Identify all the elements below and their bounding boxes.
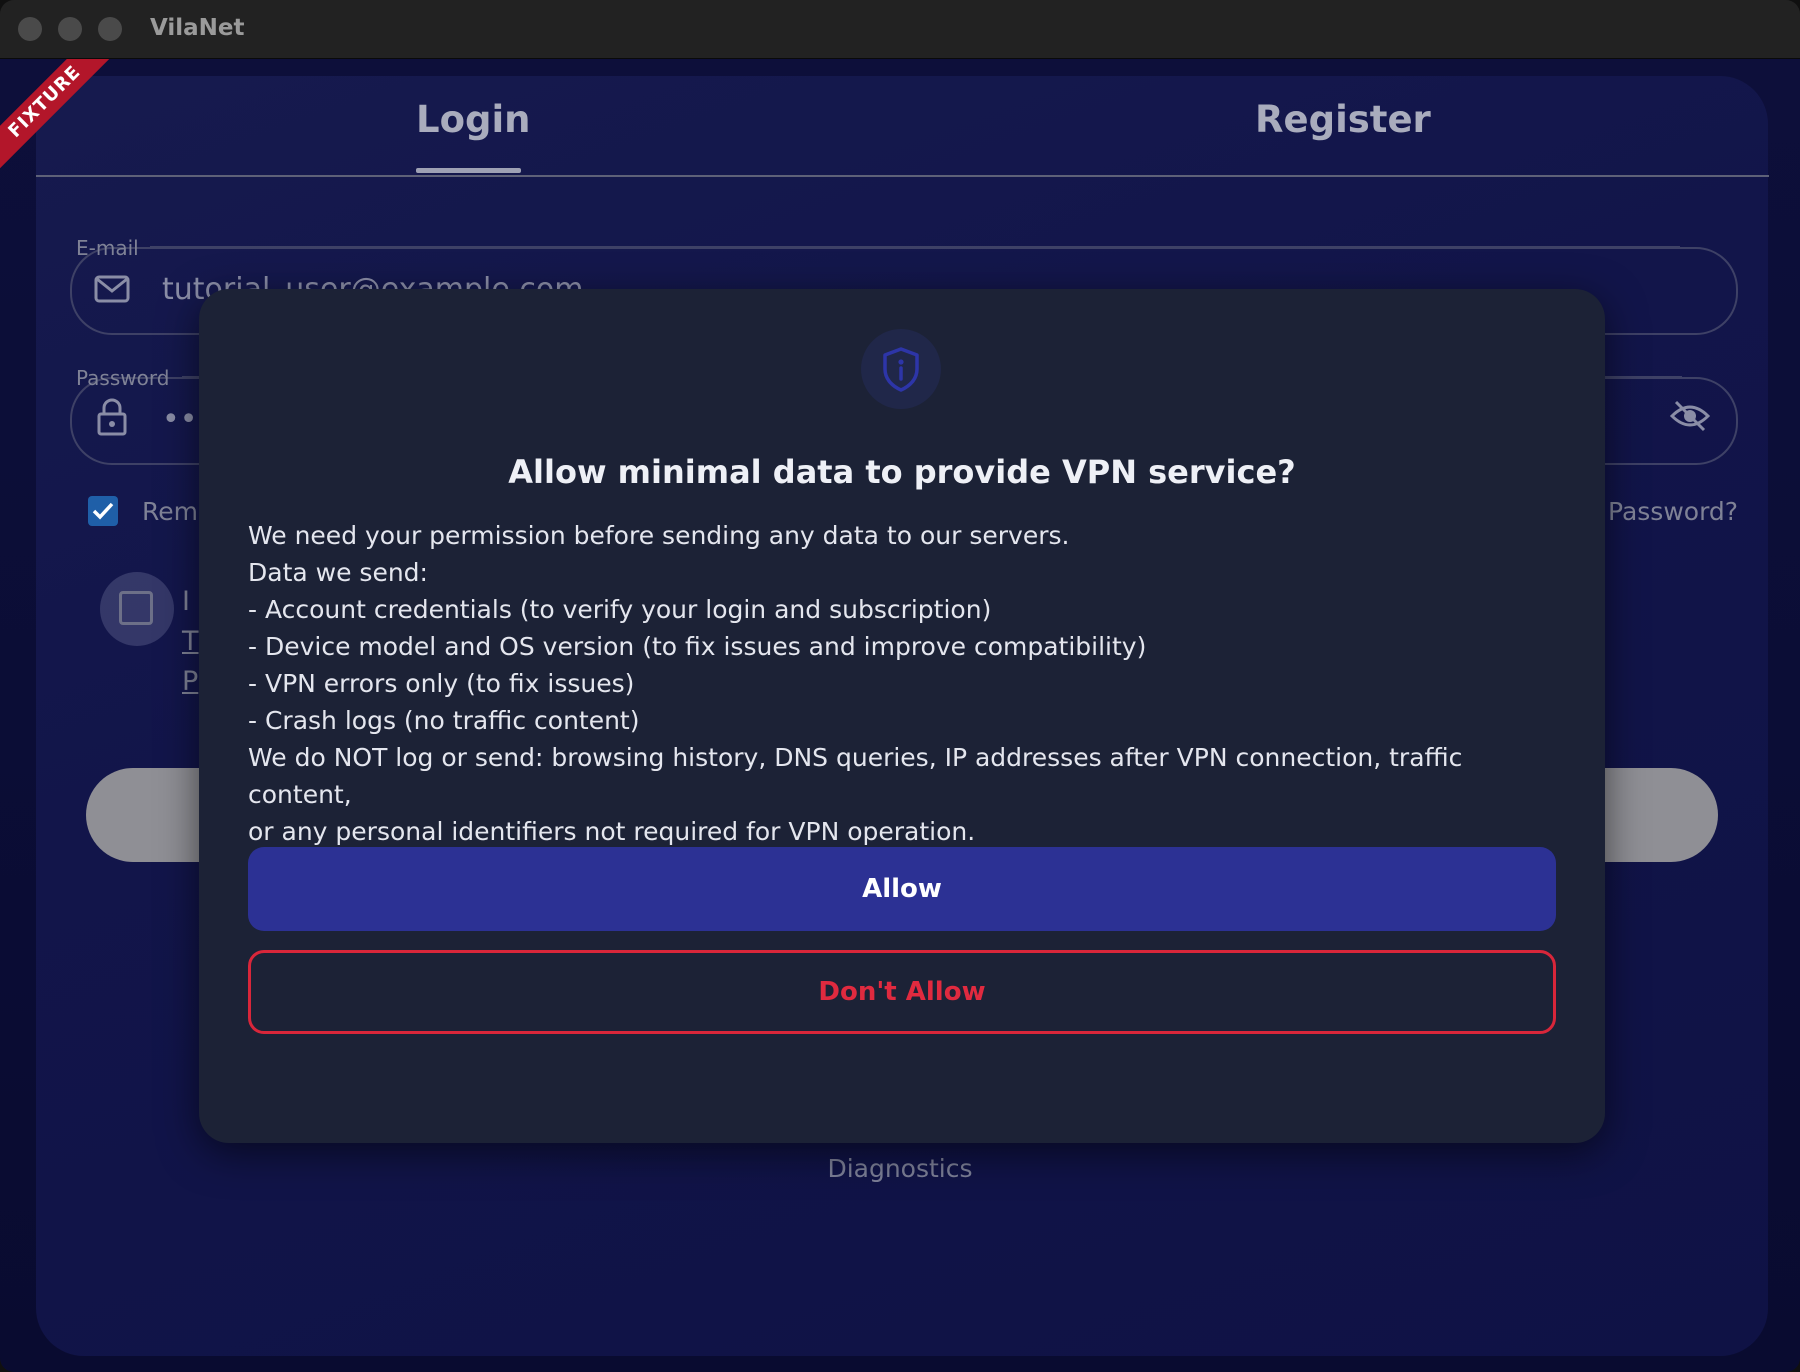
dialog-icon-container bbox=[861, 329, 941, 409]
shield-info-icon bbox=[883, 347, 919, 392]
terms-text-line-1: I bbox=[182, 586, 190, 617]
minimize-window-button[interactable] bbox=[58, 17, 82, 41]
email-field-label: E-mail bbox=[76, 236, 139, 260]
dont-allow-button[interactable]: Don't Allow bbox=[248, 950, 1556, 1034]
tab-login[interactable]: Login bbox=[416, 98, 531, 141]
dialog-body-line: - Crash logs (no traffic content) bbox=[248, 706, 640, 735]
dialog-body-line: - VPN errors only (to fix issues) bbox=[248, 669, 635, 698]
password-field-label: Password bbox=[76, 366, 170, 390]
tab-register[interactable]: Register bbox=[1255, 98, 1431, 141]
zoom-window-button[interactable] bbox=[98, 17, 122, 41]
allow-button[interactable]: Allow bbox=[248, 847, 1556, 931]
mail-icon bbox=[94, 274, 130, 308]
dialog-body-line: - Account credentials (to verify your lo… bbox=[248, 595, 992, 624]
email-field-border-top bbox=[150, 246, 1680, 248]
privacy-link[interactable]: P bbox=[182, 666, 198, 697]
tabs-divider bbox=[36, 175, 1769, 177]
dialog-body: We need your permission before sending a… bbox=[248, 517, 1568, 850]
fixture-ribbon-label: FIXTURE bbox=[0, 59, 110, 169]
remember-me-checkbox[interactable] bbox=[88, 496, 118, 526]
terms-checkbox[interactable] bbox=[119, 591, 153, 625]
fixture-ribbon: FIXTURE bbox=[0, 59, 110, 169]
window-title: VilaNet bbox=[150, 15, 245, 41]
dialog-body-line: - Device model and OS version (to fix is… bbox=[248, 632, 1147, 661]
consent-dialog: Allow minimal data to provide VPN servic… bbox=[199, 289, 1605, 1143]
diagnostics-link[interactable]: Diagnostics bbox=[0, 1154, 1800, 1183]
check-icon bbox=[92, 502, 114, 520]
dialog-body-line: Data we send: bbox=[248, 558, 428, 587]
eye-off-icon[interactable] bbox=[1669, 400, 1711, 436]
active-tab-indicator bbox=[416, 168, 521, 173]
title-bar: VilaNet bbox=[0, 0, 1800, 59]
forgot-password-link[interactable]: Password? bbox=[1608, 497, 1738, 526]
lock-icon bbox=[97, 398, 127, 440]
app-window: VilaNet FIXTURE Login Register E-mail tu… bbox=[0, 0, 1800, 1372]
dialog-body-line: We need your permission before sending a… bbox=[248, 521, 1070, 550]
terms-link[interactable]: T bbox=[182, 626, 199, 657]
dialog-body-line: or any personal identifiers not required… bbox=[248, 817, 976, 846]
close-window-button[interactable] bbox=[18, 17, 42, 41]
dialog-title: Allow minimal data to provide VPN servic… bbox=[508, 453, 1296, 491]
dialog-body-line: We do NOT log or send: browsing history,… bbox=[248, 743, 1471, 809]
